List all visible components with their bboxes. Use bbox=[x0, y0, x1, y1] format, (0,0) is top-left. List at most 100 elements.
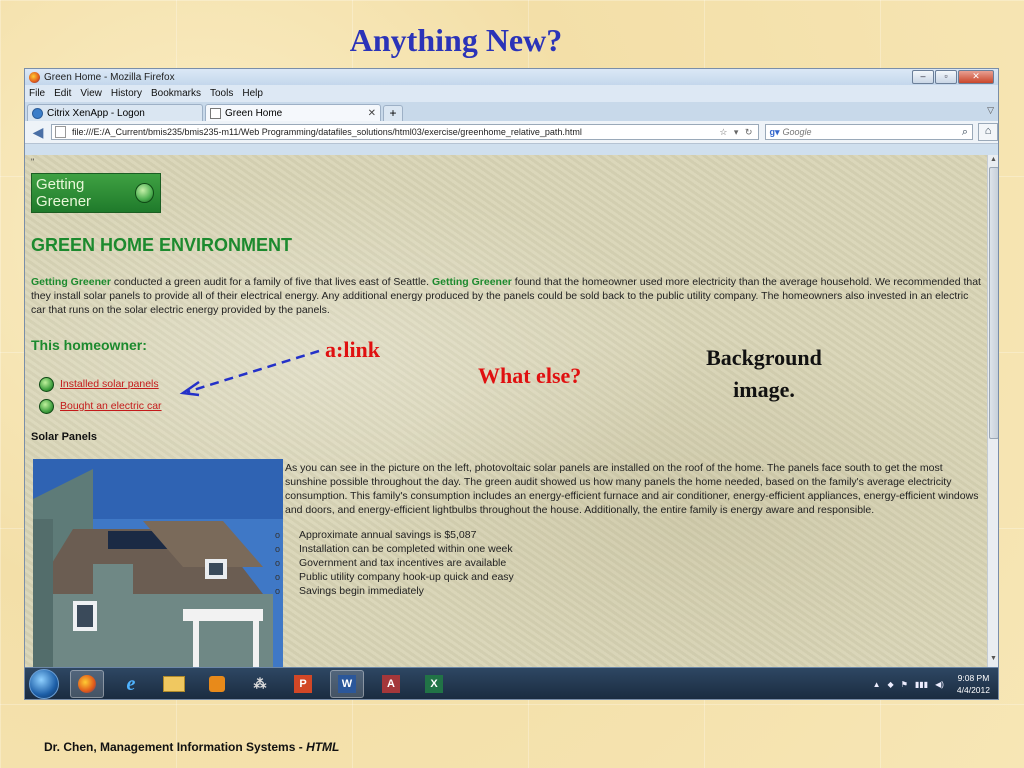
taskbar-access-icon[interactable]: A bbox=[375, 671, 407, 697]
list-item: Bought an electric car bbox=[39, 395, 162, 417]
navigation-toolbar: ◀ file:///E:/A_Current/bmis235/bmis235-m… bbox=[25, 121, 998, 144]
circle-bullet-icon: o bbox=[275, 530, 281, 540]
menu-file[interactable]: File bbox=[29, 88, 45, 99]
taskbar-ie-icon[interactable]: e bbox=[115, 671, 147, 697]
list-item: o Public utility company hook-up quick an… bbox=[275, 571, 514, 583]
window-controls: – ▫ ✕ bbox=[912, 70, 994, 84]
clock-time: 9:08 PM bbox=[957, 673, 990, 683]
page-icon bbox=[210, 107, 221, 119]
taskbar-explorer-icon[interactable] bbox=[158, 671, 190, 697]
url-text: file:///E:/A_Current/bmis235/bmis235-m11… bbox=[71, 127, 582, 137]
menu-help[interactable]: Help bbox=[242, 88, 263, 99]
tab-close-icon[interactable]: ✕ bbox=[368, 108, 376, 119]
getting-greener-logo: Getting Greener bbox=[31, 173, 161, 213]
page-icon bbox=[54, 126, 66, 138]
intro-paragraph: Getting Greener conducted a green audit … bbox=[31, 275, 981, 317]
start-button[interactable] bbox=[29, 669, 59, 699]
house-image bbox=[33, 459, 283, 667]
list-item: o Installation can be completed within on… bbox=[275, 543, 513, 555]
clock-date: 4/4/2012 bbox=[956, 685, 990, 695]
section-title: Solar Panels bbox=[31, 431, 98, 443]
tab-green-home[interactable]: Green Home ✕ bbox=[205, 104, 381, 121]
scroll-down-icon[interactable]: ▼ bbox=[990, 655, 997, 662]
tab-label: Green Home bbox=[225, 107, 283, 119]
menu-tools[interactable]: Tools bbox=[210, 88, 233, 99]
menu-view[interactable]: View bbox=[80, 88, 102, 99]
globe-icon bbox=[135, 183, 154, 203]
brand-name: Getting Greener bbox=[31, 276, 111, 288]
scroll-up-icon[interactable]: ▲ bbox=[990, 156, 997, 163]
tray-app-icon[interactable]: ◆ bbox=[888, 680, 894, 689]
tab-citrix[interactable]: Citrix XenApp - Logon bbox=[27, 104, 203, 121]
taskbar-clock[interactable]: 9:08 PM 4/4/2012 bbox=[957, 672, 990, 696]
logo-text: Getting Greener bbox=[36, 176, 92, 210]
tab-bar: Citrix XenApp - Logon Green Home ✕ + ▽ bbox=[25, 102, 998, 121]
bookmark-star-icon[interactable]: ☆ ▾ ↻ bbox=[719, 127, 758, 138]
new-tab-button[interactable]: + bbox=[383, 105, 403, 121]
subheading: This homeowner: bbox=[31, 337, 147, 353]
circle-bullet-icon: o bbox=[275, 572, 281, 582]
vertical-scrollbar[interactable]: ▲ ▼ bbox=[987, 155, 998, 667]
link-bought-electric-car[interactable]: Bought an electric car bbox=[60, 400, 162, 412]
annotation-what-else: What else? bbox=[478, 363, 582, 388]
circle-bullet-icon: o bbox=[275, 586, 281, 596]
back-button[interactable]: ◀ bbox=[29, 123, 47, 141]
list-item: o Approximate annual savings is $5,087 bbox=[275, 529, 477, 541]
menu-bookmarks[interactable]: Bookmarks bbox=[151, 88, 201, 99]
page-heading: GREEN HOME ENVIRONMENT bbox=[31, 235, 293, 255]
url-bar[interactable]: file:///E:/A_Current/bmis235/bmis235-m11… bbox=[50, 124, 760, 140]
taskbar-media-player-icon[interactable] bbox=[201, 671, 233, 697]
firefox-icon bbox=[29, 71, 40, 83]
title-bar: Green Home - Mozilla Firefox – ▫ ✕ bbox=[25, 69, 998, 85]
homeowner-links: Installed solar panels Bought an electri… bbox=[39, 373, 162, 417]
slide-footer: Dr. Chen, Management Information Systems… bbox=[44, 740, 339, 754]
taskbar-powerpoint-icon[interactable]: P bbox=[287, 671, 319, 697]
taskbar-firefox-icon[interactable] bbox=[70, 670, 104, 698]
tab-list-chevron-icon[interactable]: ▽ bbox=[987, 105, 994, 116]
tray-volume-icon[interactable]: ◀) bbox=[935, 680, 944, 689]
tray-chevron-icon[interactable]: ▲ bbox=[873, 680, 881, 689]
search-placeholder: Google bbox=[782, 127, 812, 137]
taskbar-app-icon[interactable]: ⁂ bbox=[244, 671, 276, 697]
taskbar-excel-icon[interactable]: X bbox=[418, 671, 450, 697]
footer-em: HTML bbox=[306, 740, 340, 754]
list-item: Installed solar panels bbox=[39, 373, 162, 395]
menu-history[interactable]: History bbox=[111, 88, 142, 99]
circle-bullet-icon: o bbox=[275, 544, 281, 554]
maximize-button[interactable]: ▫ bbox=[935, 70, 957, 84]
annotation-background-image: Background image. bbox=[706, 345, 822, 402]
tray-network-icon[interactable]: ▮▮▮ bbox=[915, 680, 928, 689]
close-button[interactable]: ✕ bbox=[958, 70, 994, 84]
benefits-list: o Approximate annual savings is $5,087 oI… bbox=[275, 528, 514, 598]
home-button[interactable]: ⌂ bbox=[978, 123, 998, 141]
search-icon[interactable]: ⌕ bbox=[962, 126, 972, 139]
page-content: " Getting Greener GREEN HOME ENVIRONMENT… bbox=[25, 155, 987, 667]
house-photo bbox=[33, 459, 283, 667]
citrix-icon bbox=[32, 107, 43, 119]
globe-bullet-icon bbox=[39, 398, 54, 414]
stray-quote: " bbox=[31, 157, 35, 167]
link-installed-solar-panels[interactable]: Installed solar panels bbox=[60, 378, 159, 390]
annotation-arrow bbox=[179, 349, 320, 397]
list-item: o Savings begin immediately bbox=[275, 585, 424, 597]
taskbar-word-icon[interactable]: W bbox=[330, 670, 364, 698]
system-tray: ▲ ◆ ⚑ ▮▮▮ ◀) 9:08 PM 4/4/2012 bbox=[873, 672, 990, 696]
annotation-alink: a:link bbox=[325, 337, 381, 362]
scroll-thumb[interactable] bbox=[989, 167, 998, 439]
tray-flag-icon[interactable]: ⚑ bbox=[901, 680, 908, 689]
slide-title: Anything New? bbox=[349, 22, 563, 58]
minimize-button[interactable]: – bbox=[912, 70, 934, 84]
globe-bullet-icon bbox=[39, 376, 54, 392]
window-title: Green Home - Mozilla Firefox bbox=[44, 71, 175, 83]
circle-bullet-icon: o bbox=[275, 558, 281, 568]
intro-text-1: conducted a green audit for a family of … bbox=[110, 276, 432, 288]
tab-label: Citrix XenApp - Logon bbox=[47, 107, 145, 119]
list-item: o Government and tax incentives are avail… bbox=[275, 557, 507, 569]
solar-description: As you can see in the picture on the lef… bbox=[285, 462, 979, 516]
menu-edit[interactable]: Edit bbox=[54, 88, 71, 99]
windows-taskbar: e ⁂ P W A X ▲ ◆ ⚑ ▮▮▮ ◀) 9:08 PM 4/4/201… bbox=[25, 667, 998, 699]
google-icon[interactable]: g▾ bbox=[769, 127, 779, 138]
brand-name: Getting Greener bbox=[431, 276, 512, 288]
search-box[interactable]: g▾ Google ⌕ bbox=[765, 124, 974, 140]
menu-bar: File Edit View History Bookmarks Tools H… bbox=[25, 85, 998, 102]
